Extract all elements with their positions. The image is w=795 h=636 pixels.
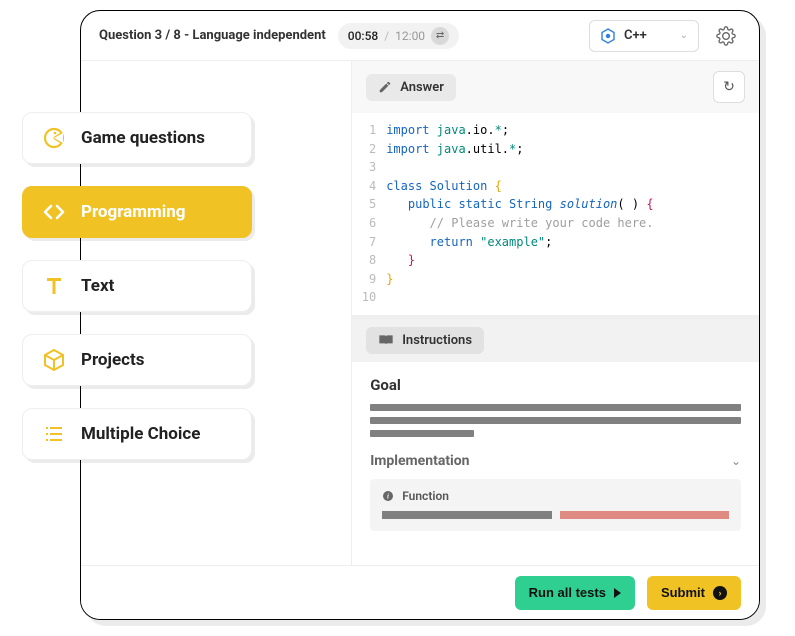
goal-text-placeholder xyxy=(370,404,741,437)
code-editor[interactable]: 1import java.io.*;2import java.util.*;34… xyxy=(352,113,759,319)
code-line[interactable]: 7 return "example"; xyxy=(352,233,759,252)
chevron-down-icon: ⌄ xyxy=(680,30,688,41)
line-number: 10 xyxy=(352,288,386,307)
list-icon xyxy=(41,421,67,447)
code-source[interactable]: import java.util.*; xyxy=(386,140,523,159)
line-number: 8 xyxy=(352,251,386,270)
instructions-tab[interactable]: Instructions xyxy=(366,327,484,354)
language-icon xyxy=(600,28,616,44)
code-source[interactable]: public static String solution( ) { xyxy=(386,195,653,214)
code-source[interactable]: class Solution { xyxy=(386,177,502,196)
book-icon xyxy=(378,333,394,347)
category-pill-projects[interactable]: Projects xyxy=(22,334,252,386)
function-card: i Function xyxy=(370,479,741,531)
submit-button[interactable]: Submit › xyxy=(647,576,741,610)
answer-tab[interactable]: Answer xyxy=(366,74,456,101)
info-icon: i xyxy=(382,490,394,502)
code-line[interactable]: 9} xyxy=(352,270,759,289)
code-icon xyxy=(41,199,67,225)
code-line[interactable]: 10 xyxy=(352,288,759,307)
code-source[interactable]: } xyxy=(386,251,415,270)
timer-elapsed: 00:58 xyxy=(348,29,378,43)
line-number: 1 xyxy=(352,121,386,140)
footer: Run all tests Submit › xyxy=(81,565,759,619)
line-number: 6 xyxy=(352,214,386,233)
gear-icon xyxy=(716,26,736,46)
code-source[interactable]: // Please write your code here. xyxy=(386,214,653,233)
code-line[interactable]: 8 } xyxy=(352,251,759,270)
answer-tab-label: Answer xyxy=(400,80,444,95)
category-pill-multiple-choice[interactable]: Multiple Choice xyxy=(22,408,252,460)
implementation-row[interactable]: Implementation ⌄ xyxy=(370,453,741,469)
implementation-heading: Implementation xyxy=(370,453,469,469)
answer-header: Answer ↻ xyxy=(352,61,759,113)
run-tests-button[interactable]: Run all tests xyxy=(515,576,635,610)
code-line[interactable]: 5 public static String solution( ) { xyxy=(352,195,759,214)
category-pill-text[interactable]: Text xyxy=(22,260,252,312)
category-label: Projects xyxy=(81,350,144,370)
line-number: 7 xyxy=(352,233,386,252)
code-line[interactable]: 2import java.util.*; xyxy=(352,140,759,159)
category-pill-programming[interactable]: Programming xyxy=(22,186,252,238)
instructions-body: Goal Implementation ⌄ i Function xyxy=(352,362,759,565)
submit-label: Submit xyxy=(661,585,705,600)
instructions-tab-label: Instructions xyxy=(402,333,472,348)
pacman-icon xyxy=(41,125,67,151)
category-stack: Game questions Programming Text Projects Mul… xyxy=(22,112,252,460)
function-bars xyxy=(382,511,729,519)
line-number: 5 xyxy=(352,195,386,214)
line-number: 9 xyxy=(352,270,386,289)
category-label: Programming xyxy=(81,202,185,222)
text-icon xyxy=(41,273,67,299)
code-line[interactable]: 6 // Please write your code here. xyxy=(352,214,759,233)
category-label: Text xyxy=(81,276,114,296)
settings-button[interactable] xyxy=(711,21,741,51)
instructions-header: Instructions xyxy=(352,319,759,362)
topbar: Question 3 / 8 - Language independent 00… xyxy=(81,11,759,61)
arrow-right-icon: › xyxy=(713,586,727,600)
category-pill-game-questions[interactable]: Game questions xyxy=(22,112,252,164)
code-line[interactable]: 3 xyxy=(352,158,759,177)
category-label: Game questions xyxy=(81,128,205,148)
category-label: Multiple Choice xyxy=(81,424,200,444)
code-line[interactable]: 1import java.io.*; xyxy=(352,121,759,140)
cube-icon xyxy=(41,347,67,373)
function-label: Function xyxy=(402,489,449,503)
reset-button[interactable]: ↻ xyxy=(713,71,745,103)
run-tests-label: Run all tests xyxy=(529,585,606,600)
play-icon xyxy=(614,588,621,598)
question-label: Question 3 / 8 - Language independent xyxy=(99,28,326,43)
code-source[interactable]: return "example"; xyxy=(386,233,552,252)
language-value: C++ xyxy=(624,28,672,43)
code-source[interactable]: import java.io.*; xyxy=(386,121,509,140)
right-pane: Answer ↻ 1import java.io.*;2import java.… xyxy=(352,61,759,565)
language-select[interactable]: C++ ⌄ xyxy=(589,20,699,52)
line-number: 2 xyxy=(352,140,386,159)
line-number: 3 xyxy=(352,158,386,177)
code-line[interactable]: 4class Solution { xyxy=(352,177,759,196)
chevron-down-icon: ⌄ xyxy=(731,454,741,468)
swap-icon[interactable]: ⇄ xyxy=(431,27,449,45)
svg-text:i: i xyxy=(387,492,389,500)
goal-heading: Goal xyxy=(370,376,741,394)
timer-pill[interactable]: 00:58 / 12:00 ⇄ xyxy=(338,23,459,49)
line-number: 4 xyxy=(352,177,386,196)
timer-total: 12:00 xyxy=(395,29,425,43)
reset-icon: ↻ xyxy=(723,79,735,95)
pencil-icon xyxy=(378,80,392,94)
code-source[interactable]: } xyxy=(386,270,393,289)
